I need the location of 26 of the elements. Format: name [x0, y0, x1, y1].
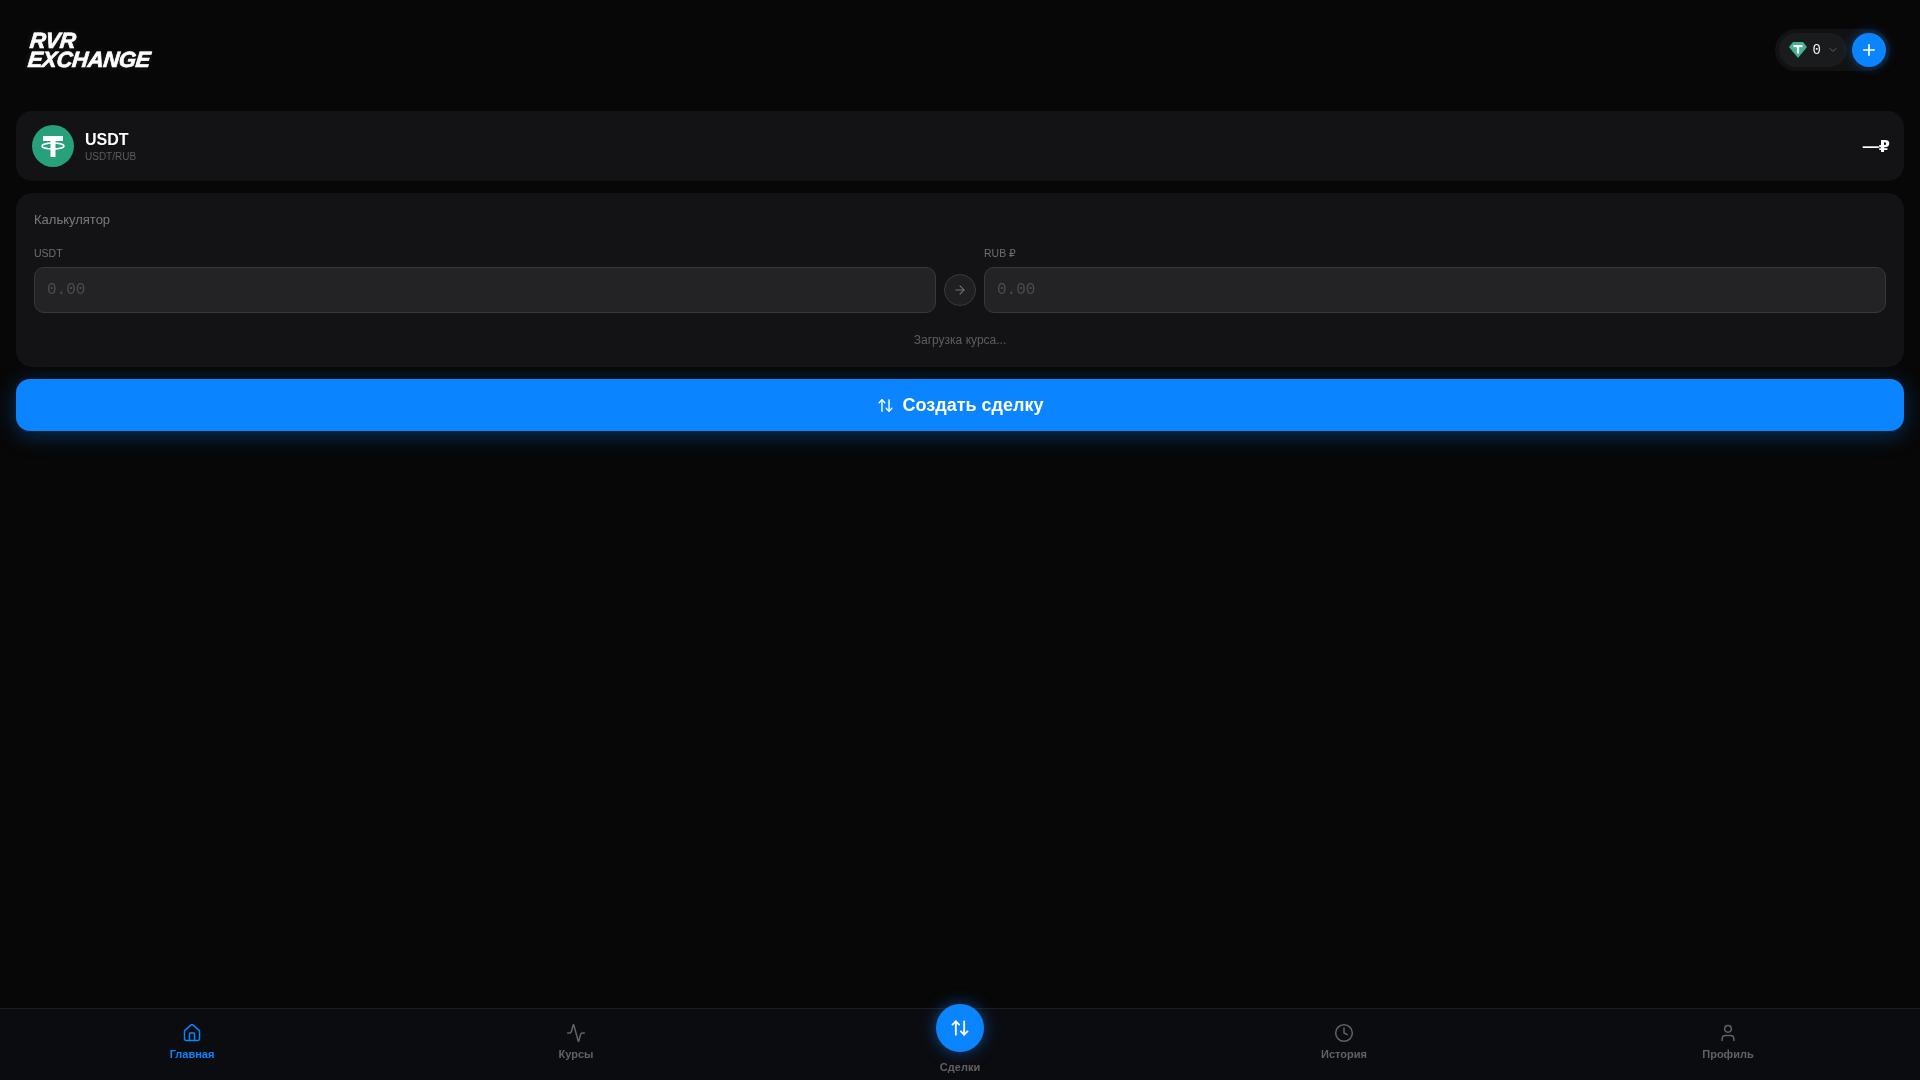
currency-symbol: USDT [85, 129, 130, 149]
create-deal-button[interactable]: Создать сделку [16, 379, 1904, 431]
user-icon [1718, 1023, 1738, 1043]
nav-tab[interactable]: Сделки [936, 1004, 984, 1074]
loading-status: Загрузка курса... [913, 332, 1007, 348]
nav-tab[interactable]: Главная [169, 1023, 215, 1061]
currency-pair: USDT/RUB [85, 150, 138, 163]
field-label: RUB ₽ [984, 246, 1017, 260]
gem-icon [1788, 42, 1807, 58]
swap-icon [876, 396, 894, 414]
logo: RVR EXCHANGE [27, 31, 153, 69]
nav-tab[interactable]: История [1321, 1023, 1367, 1061]
arrow-right-icon [944, 274, 976, 306]
pulse-icon [566, 1023, 586, 1043]
nav-tab[interactable]: Профиль [1702, 1023, 1754, 1061]
coin-icon [32, 125, 74, 167]
calculator-title: Калькулятор [34, 211, 112, 229]
swap-icon [936, 1004, 984, 1052]
field-label: USDT [34, 246, 64, 260]
balance-dropdown[interactable]: 0 [1778, 33, 1847, 67]
plus-icon [1860, 41, 1878, 59]
clock-icon [1334, 1023, 1354, 1043]
rate-value: —₽ [1862, 136, 1890, 156]
nav-tab[interactable]: Курсы [558, 1023, 594, 1061]
add-button[interactable] [1852, 33, 1886, 67]
home-icon [182, 1023, 202, 1043]
